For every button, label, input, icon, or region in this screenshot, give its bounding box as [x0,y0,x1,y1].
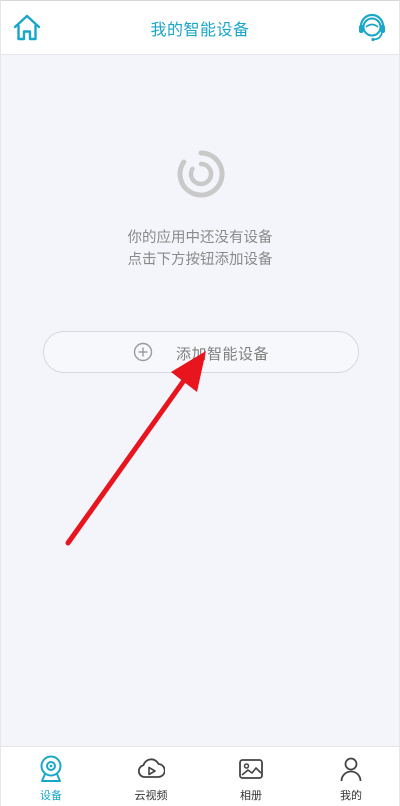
album-icon [239,759,263,779]
annotation-arrow-icon [65,351,206,546]
camera-icon [40,755,62,782]
empty-state-line-2: 点击下方按钮添加设备 [127,252,273,268]
page-title: 我的智能设备 [150,20,250,39]
person-icon [340,757,362,782]
tab-cloud-video[interactable]: 云视频 [101,747,201,806]
top-bar: 我的智能设备 [1,1,399,55]
tab-label: 设备 [40,789,62,802]
tab-label: 云视频 [134,789,168,802]
tab-devices[interactable]: 设备 [1,747,101,806]
tab-mine[interactable]: 我的 [301,747,399,806]
cloud-video-icon [137,758,165,778]
empty-state-line-1: 你的应用中还没有设备 [127,230,273,246]
add-smart-device-label: 添加智能设备 [176,345,270,363]
customer-service-icon[interactable] [355,11,389,45]
tab-album[interactable]: 相册 [201,747,301,806]
loading-ring-icon [174,147,228,201]
bottom-tab-bar: 设备 云视频 相册 我的 [1,746,399,806]
app-screen: 我的智能设备 你的应用中还没有设备 点击下方按钮添加设备 添加智能设备 设备 云… [0,0,400,806]
tab-label: 我的 [340,789,362,802]
add-smart-device-button[interactable]: 添加智能设备 [43,331,359,373]
empty-state-message: 你的应用中还没有设备 点击下方按钮添加设备 [1,227,399,271]
plus-circle-icon [133,342,153,362]
tab-label: 相册 [240,789,262,802]
